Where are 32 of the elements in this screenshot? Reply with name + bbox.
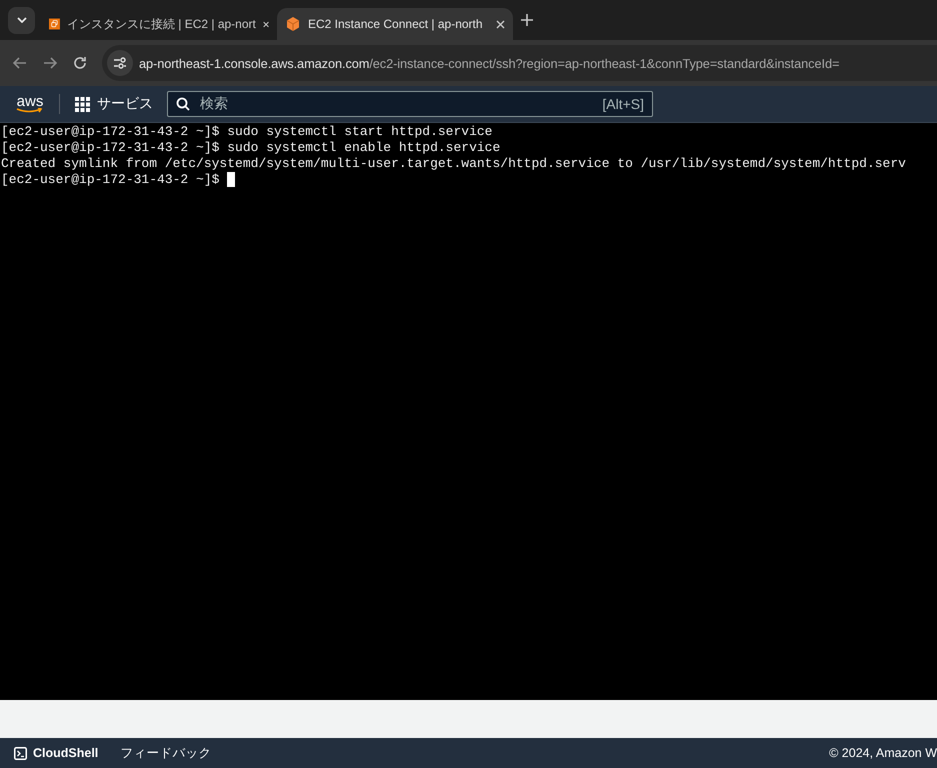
tab-title: EC2 Instance Connect | ap-north bbox=[308, 17, 484, 31]
cube-icon bbox=[285, 16, 301, 32]
site-settings-icon[interactable] bbox=[113, 57, 127, 69]
copyright-text: © 2024, Amazon W bbox=[829, 746, 937, 760]
address-bar[interactable]: ap-northeast-1.console.aws.amazon.com/ec2-instance-connect/ssh?region=ap-northeast-1&connType=standard&instanceId= bbox=[102, 45, 937, 81]
browser-tab[interactable]: インスタンスに接続 | EC2 | ap-nort bbox=[41, 8, 277, 40]
close-icon[interactable] bbox=[496, 20, 505, 28]
terminal-icon bbox=[14, 746, 27, 760]
tab-search-button[interactable] bbox=[8, 6, 35, 34]
chevron-down-icon bbox=[16, 17, 26, 23]
browser-tab[interactable]: EC2 Instance Connect | ap-north bbox=[277, 8, 513, 40]
terminal-command-line: [ec2-user@ip-172-31-43-2 ~]$ sudo systemctl enable httpd.service bbox=[1, 140, 500, 156]
services-menu[interactable]: サービス bbox=[75, 95, 153, 113]
back-icon[interactable] bbox=[12, 55, 28, 71]
tab-title: インスタンスに接続 | EC2 | ap-nort bbox=[66, 16, 256, 32]
terminal-output: Created symlink from /etc/systemd/system/multi-user.target.wants/httpd.service to /usr/lib/systemd/system/httpd.serv bbox=[1, 156, 906, 172]
instances-icon bbox=[49, 16, 60, 32]
search-placeholder: 検索 bbox=[200, 95, 229, 113]
url-text: ap-northeast-1.console.aws.amazon.com/ec2-instance-connect/ssh?region=ap-northeast-1&connType=standard&instanceId= bbox=[139, 56, 840, 70]
terminal-command-line: [ec2-user@ip-172-31-43-2 ~]$ bbox=[1, 172, 220, 188]
cloudshell-button[interactable]: CloudShell bbox=[14, 746, 98, 760]
new-tab-icon[interactable] bbox=[521, 14, 533, 26]
terminal-command-line: [ec2-user@ip-172-31-43-2 ~]$ sudo systemctl start httpd.service bbox=[1, 124, 492, 140]
reload-icon[interactable] bbox=[72, 55, 88, 71]
search-field[interactable]: 検索 [Alt+S] bbox=[167, 91, 653, 117]
aws-logo[interactable]: aws bbox=[16, 94, 44, 114]
close-icon[interactable] bbox=[262, 20, 269, 28]
forward-icon[interactable] bbox=[42, 55, 58, 71]
keyboard-shortcut: [Alt+S] bbox=[602, 96, 644, 112]
search-icon bbox=[176, 97, 190, 111]
grid-icon bbox=[75, 96, 90, 112]
feedback-link[interactable]: フィードバック bbox=[120, 746, 212, 760]
